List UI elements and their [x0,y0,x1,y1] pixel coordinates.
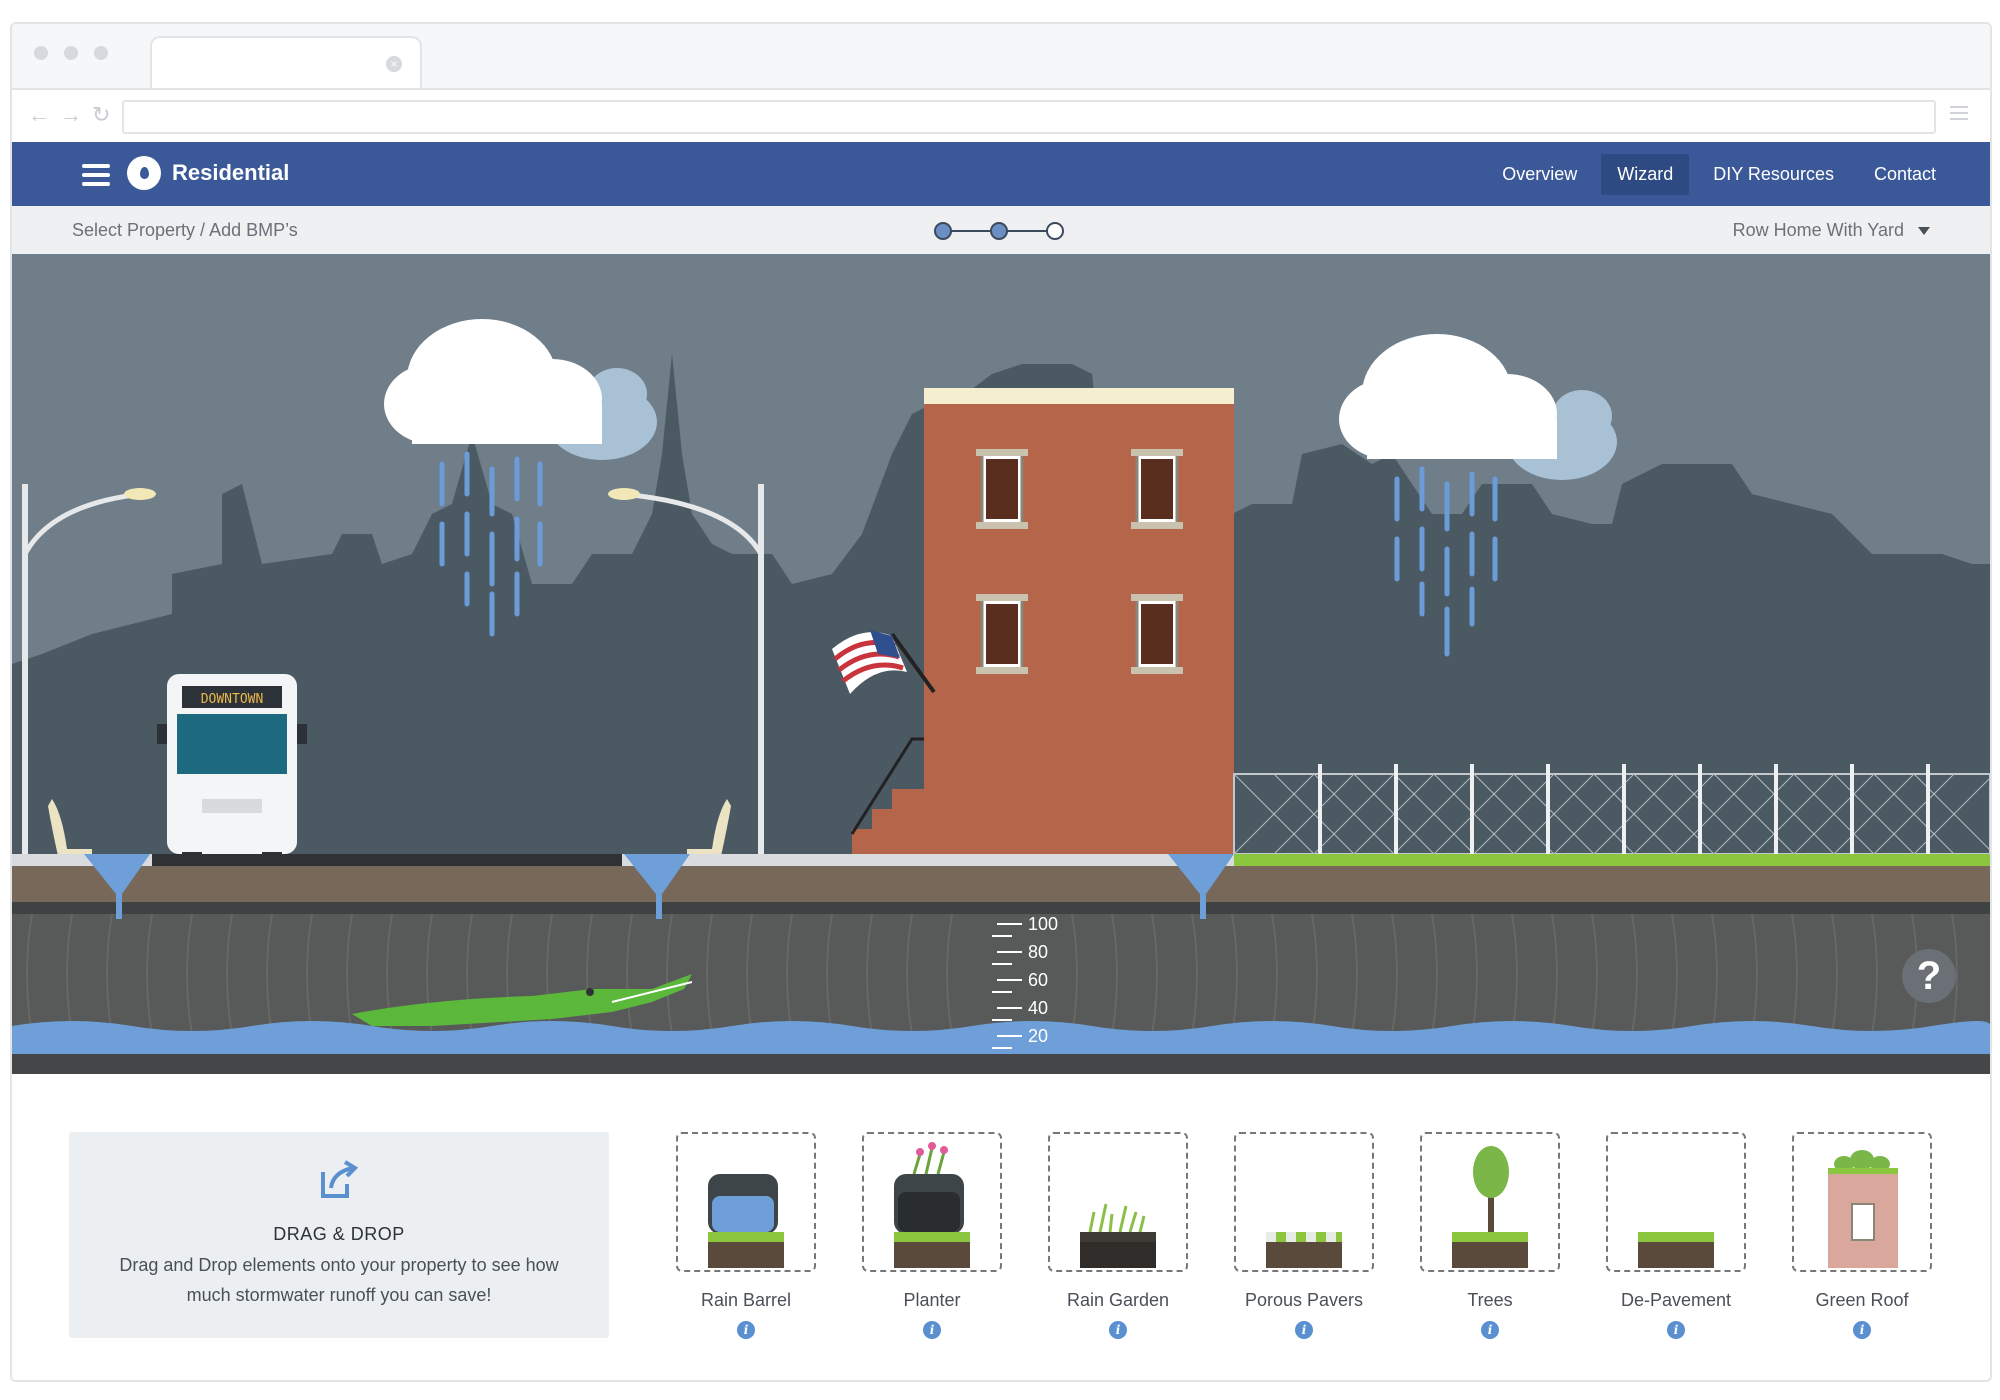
info-icon[interactable]: i [1109,1321,1127,1339]
bmp-label-planter: Planter [903,1290,961,1310]
breadcrumb: Select Property / Add BMP’s [72,220,298,240]
rain-garden-icon[interactable] [1048,1132,1188,1272]
scene-illustration: DOWNTOWN 100 80 60 40 20 [12,254,1990,1074]
browser-tabstrip: × [12,24,1990,92]
water-drop-logo-icon [127,156,161,190]
bmp-tile-de-pavement[interactable]: De-Pavement i [1606,1132,1746,1339]
bmp-label-green-roof: Green Roof [1815,1290,1909,1310]
gauge-label-100: 100 [1028,914,1058,934]
property-type-value: Row Home With Yard [1732,220,1904,240]
info-icon[interactable]: i [737,1321,755,1339]
address-bar[interactable] [122,100,1936,134]
drag-drop-text: Drag and Drop elements onto your propert… [119,1255,559,1305]
lawn [1234,854,1990,868]
rain-barrel-icon[interactable] [676,1132,816,1272]
bmp-tile-rain-garden[interactable]: Rain Garden i [1048,1132,1188,1339]
road [152,854,622,866]
wizard-subbar: Select Property / Add BMP’s Row Home Wit… [12,206,1990,255]
green-roof-icon[interactable] [1792,1132,1932,1272]
bmp-tile-rain-barrel[interactable]: Rain Barrel i [676,1132,816,1339]
hamburger-menu-icon[interactable] [82,164,110,191]
porous-pavers-icon[interactable] [1234,1132,1374,1272]
de-pavement-icon[interactable] [1606,1132,1746,1272]
nav-contact[interactable]: Contact [1858,154,1952,195]
minimize-window-dot[interactable] [64,46,78,60]
step-1-node[interactable] [934,222,952,240]
info-icon[interactable]: i [1853,1321,1871,1339]
bmp-tile-planter[interactable]: Planter i [862,1132,1002,1339]
planter-icon[interactable] [862,1132,1002,1272]
gauge-label-80: 80 [1028,942,1048,962]
bmp-panel: DRAG & DROP Drag and Drop elements onto … [12,1074,1990,1380]
app-title: Residential [172,160,290,185]
bmp-tiles: Rain Barrel i Planter i Rain Garden i Po… [676,1132,1976,1352]
stormwater-scene: DOWNTOWN 100 80 60 40 20 ? [12,254,1990,1074]
forward-arrow-icon[interactable]: → [60,102,82,128]
chevron-down-icon [1918,227,1930,236]
gauge-label-20: 20 [1028,1026,1048,1046]
maximize-window-dot[interactable] [94,46,108,60]
back-arrow-icon[interactable]: ← [28,102,50,128]
nav-diy-resources[interactable]: DIY Resources [1697,154,1850,195]
info-icon[interactable]: i [1667,1321,1685,1339]
reload-icon[interactable]: ↻ [92,102,110,128]
info-icon[interactable]: i [1295,1321,1313,1339]
gauge-label-60: 60 [1028,970,1048,990]
question-mark-icon: ? [1916,954,1942,998]
nav-wizard[interactable]: Wizard [1601,154,1690,195]
browser-window: × ← → ↻ Residential Overview Wizard DIY … [10,22,1992,1382]
help-button[interactable]: ? [1902,949,1956,1003]
property-type-select[interactable]: Row Home With Yard [1733,220,1930,241]
browser-tab[interactable]: × [150,36,422,92]
close-window-dot[interactable] [34,46,48,60]
bus-destination-sign: DOWNTOWN [201,692,264,707]
wizard-stepper [934,222,1064,240]
app-header: Residential Overview Wizard DIY Resource… [12,142,1990,206]
step-2-node[interactable] [990,222,1008,240]
bmp-label-rain-barrel: Rain Barrel [700,1290,792,1310]
bmp-tile-porous-pavers[interactable]: Porous Pavers i [1234,1132,1374,1339]
sewer-water [12,1021,1990,1054]
main-nav: Overview Wizard DIY Resources Contact [1486,154,1952,195]
drag-drop-title: DRAG & DROP [273,1224,405,1244]
bmp-label-trees: Trees [1467,1290,1513,1310]
bus: DOWNTOWN [157,674,307,866]
tree-icon[interactable] [1420,1132,1560,1272]
browser-nav-buttons: ← → ↻ [28,102,110,128]
bmp-tile-green-roof[interactable]: Green Roof i [1792,1132,1932,1339]
bmp-label-rain-garden: Rain Garden [1066,1290,1170,1310]
bmp-tile-trees[interactable]: Trees i [1420,1132,1560,1339]
nav-overview[interactable]: Overview [1486,154,1593,195]
browser-toolbar: ← → ↻ [12,88,1990,144]
drag-drop-instructions: DRAG & DROP Drag and Drop elements onto … [69,1132,609,1338]
close-tab-icon[interactable]: × [386,56,402,72]
bmp-label-porous-pavers: Porous Pavers [1244,1290,1364,1310]
info-icon[interactable]: i [1481,1321,1499,1339]
window-controls [34,46,108,60]
info-icon[interactable]: i [923,1321,941,1339]
share-arrow-icon [321,1160,359,1198]
bmp-label-de-pavement: De-Pavement [1620,1290,1732,1310]
browser-menu-icon[interactable] [1950,106,1968,124]
step-3-node[interactable] [1046,222,1064,240]
gauge-label-40: 40 [1028,998,1048,1018]
